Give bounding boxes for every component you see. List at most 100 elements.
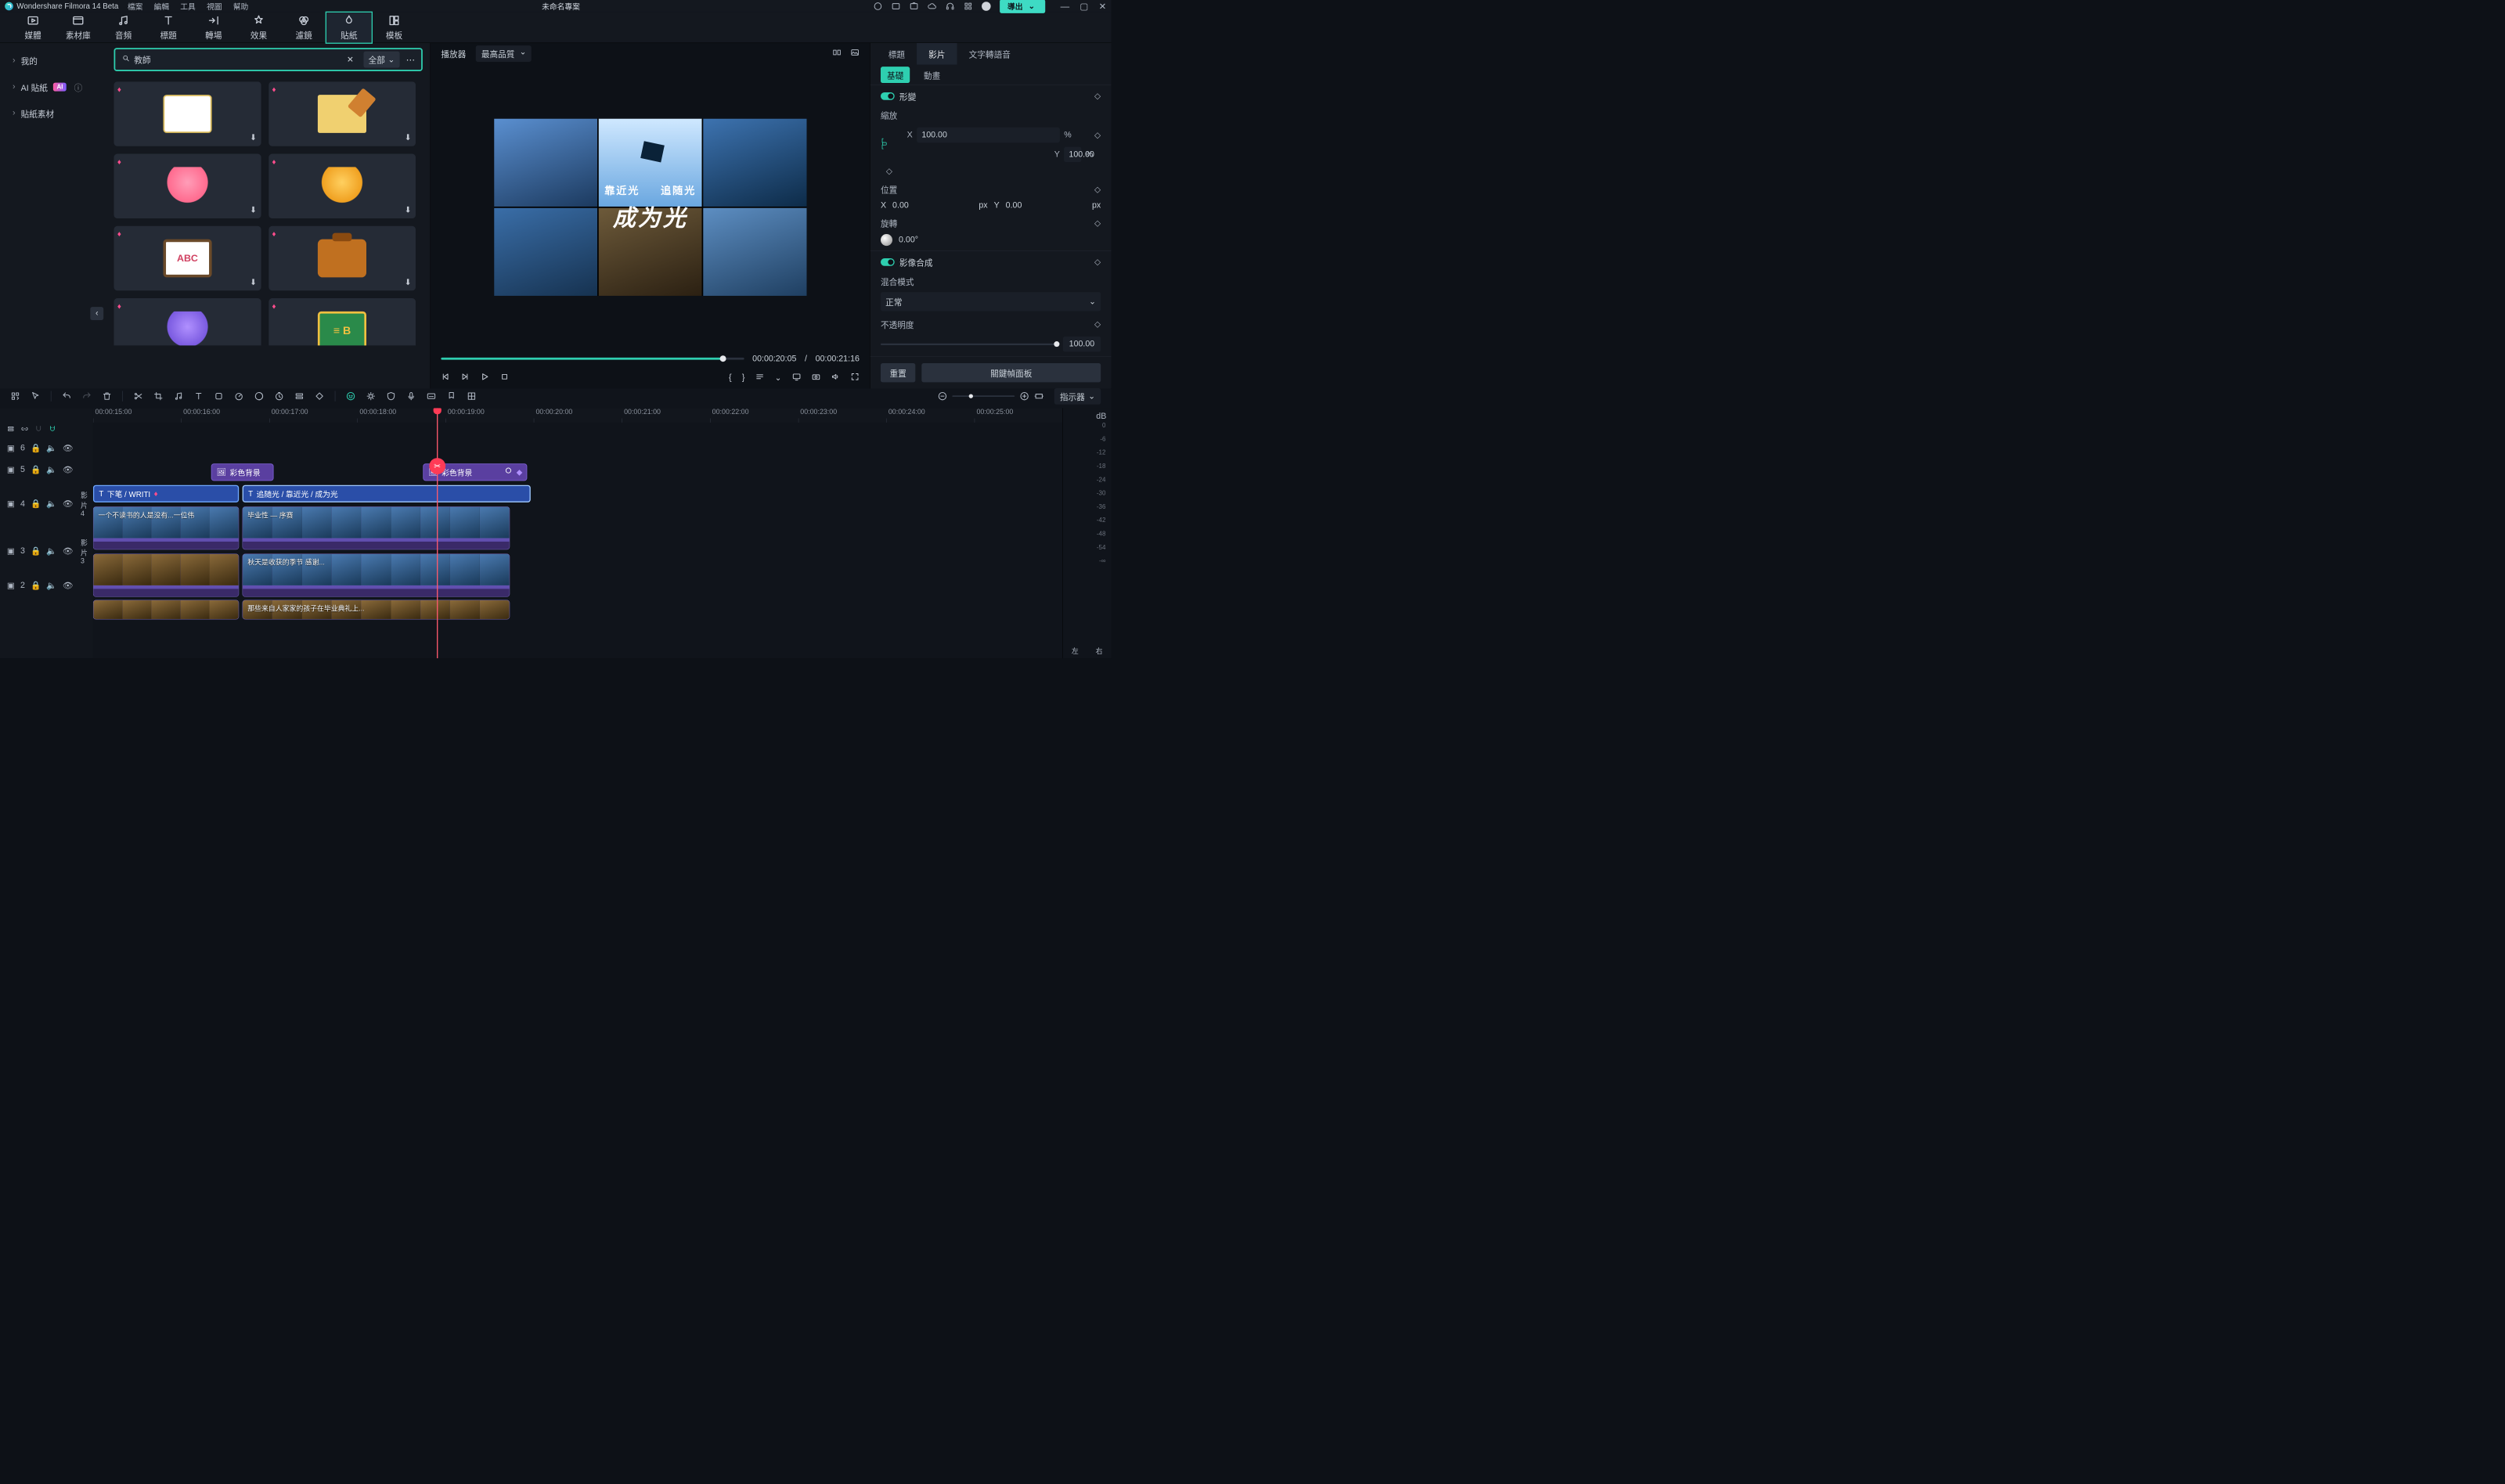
mute-icon[interactable]: 🔈 <box>46 499 56 509</box>
list-button[interactable] <box>755 372 765 384</box>
info-icon[interactable]: ⓘ <box>74 81 83 93</box>
record-icon[interactable] <box>874 2 883 11</box>
sidebar-item-my[interactable]: ›我的 <box>0 47 111 74</box>
tab-titles[interactable]: 標題 <box>146 13 191 43</box>
menu-help[interactable]: 幫助 <box>233 1 249 12</box>
clip-video-3a[interactable] <box>93 554 239 597</box>
preview-canvas[interactable]: 靠近光追随光 成为光 <box>494 118 806 295</box>
visibility-icon[interactable]: 👁 <box>63 464 74 474</box>
opacity-input[interactable]: 100.00 <box>1063 337 1101 352</box>
clip-marker[interactable] <box>506 468 511 474</box>
download-icon[interactable]: ⬇ <box>405 277 412 287</box>
scrub-knob[interactable] <box>719 355 726 362</box>
track-4-header[interactable]: ▣4🔒🔈👁影片 4 <box>0 480 93 527</box>
prop-tab-tts[interactable]: 文字轉語音 <box>957 43 1022 65</box>
rotate-input[interactable]: 0.00° <box>899 235 1101 244</box>
quality-dropdown[interactable]: 最高品質 <box>476 45 532 62</box>
mic-tool-icon[interactable] <box>406 391 416 401</box>
split-at-playhead-button[interactable]: ✂ <box>429 458 445 474</box>
layout-icon[interactable] <box>892 2 901 11</box>
tab-templates[interactable]: 模板 <box>372 13 417 43</box>
sticker-item[interactable]: ♦ABC⬇ <box>114 226 261 291</box>
menu-file[interactable]: 檔案 <box>128 1 143 12</box>
text-tool-icon[interactable] <box>194 391 204 401</box>
download-icon[interactable]: ⬇ <box>250 277 257 287</box>
apps-icon[interactable] <box>964 2 973 11</box>
visibility-icon[interactable]: 👁 <box>63 443 74 453</box>
mark-in-button[interactable]: { <box>729 373 732 382</box>
tab-audio[interactable]: 音頻 <box>101 13 146 43</box>
sticker-item[interactable]: ♦⬇ <box>269 154 416 219</box>
keyframe-icon[interactable]: ◇ <box>1094 319 1101 330</box>
zoom-in-button[interactable] <box>1019 391 1029 401</box>
pointer-tool-icon[interactable] <box>31 391 52 401</box>
keyframe-tool-icon[interactable] <box>315 391 336 401</box>
menu-view[interactable]: 視圖 <box>207 1 222 12</box>
shield-tool-icon[interactable] <box>386 391 395 401</box>
mask-tool-icon[interactable] <box>214 391 223 401</box>
search-filter-dropdown[interactable]: 全部⌄ <box>363 52 399 68</box>
sticker-item[interactable]: ♦⬇ <box>269 81 416 146</box>
link-icon[interactable] <box>21 425 29 435</box>
track-tool-icon[interactable] <box>294 391 304 401</box>
sticker-item[interactable]: ♦⬇ <box>269 226 416 291</box>
undo-button[interactable] <box>62 391 71 401</box>
magnet-icon[interactable] <box>49 425 56 435</box>
playhead[interactable]: ✂ <box>437 408 438 658</box>
crop-button[interactable] <box>153 391 163 401</box>
subtab-animation[interactable]: 動畫 <box>924 69 940 81</box>
snapshot-icon[interactable] <box>910 2 919 11</box>
audio-tool-icon[interactable] <box>174 391 183 401</box>
sticker-item[interactable]: ♦≡ B⬇ <box>269 298 416 345</box>
composite-toggle[interactable] <box>881 258 895 266</box>
sidebar-item-sticker-assets[interactable]: ›貼紙素材 <box>0 100 111 127</box>
image-icon[interactable] <box>850 48 860 59</box>
mute-icon[interactable]: 🔈 <box>46 580 56 590</box>
download-icon[interactable]: ⬇ <box>250 132 257 142</box>
sidebar-item-ai-stickers[interactable]: ›AI 貼紙AIⓘ <box>0 74 111 100</box>
pos-y-input[interactable]: 0.00 <box>1006 200 1086 210</box>
track-options-icon[interactable] <box>7 425 15 435</box>
rotate-knob[interactable] <box>881 234 892 246</box>
chevron-down-icon[interactable]: ⌄ <box>775 373 782 383</box>
scale-x-input[interactable]: 100.00 <box>917 128 1060 143</box>
keyframe-panel-button[interactable]: 關鍵幀面板 <box>921 363 1101 382</box>
keyframe-icon[interactable]: ◇ <box>1094 257 1101 267</box>
keyframe-icon[interactable]: ◇ <box>1094 185 1101 195</box>
zoom-slider[interactable] <box>952 395 1015 397</box>
speed-tool-icon[interactable] <box>234 391 243 401</box>
lock-icon[interactable]: 🔒 <box>31 443 41 453</box>
tab-media[interactable]: 媒體 <box>10 13 56 43</box>
display-button[interactable] <box>792 372 802 384</box>
search-more-button[interactable]: ⋯ <box>406 54 416 65</box>
ai-tool-icon[interactable] <box>346 391 355 401</box>
subtab-basic[interactable]: 基礎 <box>881 67 910 83</box>
stop-button[interactable] <box>500 372 510 384</box>
sticker-item[interactable]: ♦⬇ <box>114 154 261 219</box>
opacity-slider[interactable] <box>881 343 1057 344</box>
clip-video-4b[interactable]: 毕业性 — 序赛 <box>243 506 510 549</box>
lock-icon[interactable]: 🔒 <box>31 580 41 590</box>
export-button[interactable]: 導出 ⌄ <box>1000 0 1045 13</box>
clip-video-2a[interactable] <box>93 600 239 620</box>
minimize-button[interactable]: — <box>1061 1 1070 12</box>
clip-title-1[interactable]: T下笔 / WRITI♦ <box>93 485 239 502</box>
mute-icon[interactable]: 🔈 <box>46 546 56 556</box>
zoom-out-button[interactable] <box>938 391 947 401</box>
mark-out-button[interactable]: } <box>742 373 745 382</box>
track-6-header[interactable]: ▣6🔒🔈👁 <box>0 437 93 459</box>
visibility-icon[interactable]: 👁 <box>63 580 74 590</box>
redo-button[interactable] <box>82 391 92 401</box>
menu-tools[interactable]: 工具 <box>180 1 196 12</box>
lock-icon[interactable]: 🔒 <box>31 499 41 509</box>
keyframe-icon[interactable]: ◇ <box>886 166 892 176</box>
tab-filters[interactable]: 濾鏡 <box>281 13 326 43</box>
transform-toggle[interactable] <box>881 92 895 100</box>
delete-button[interactable] <box>102 391 123 401</box>
sticker-search-input[interactable] <box>134 55 343 64</box>
indicator-dropdown[interactable]: 指示器⌄ <box>1054 388 1101 405</box>
next-frame-button[interactable] <box>460 372 470 384</box>
timer-tool-icon[interactable] <box>274 391 283 401</box>
camera-button[interactable] <box>812 372 821 384</box>
timeline-tracks[interactable]: 00:00:15:00 00:00:16:00 00:00:17:00 00:0… <box>93 408 1063 658</box>
